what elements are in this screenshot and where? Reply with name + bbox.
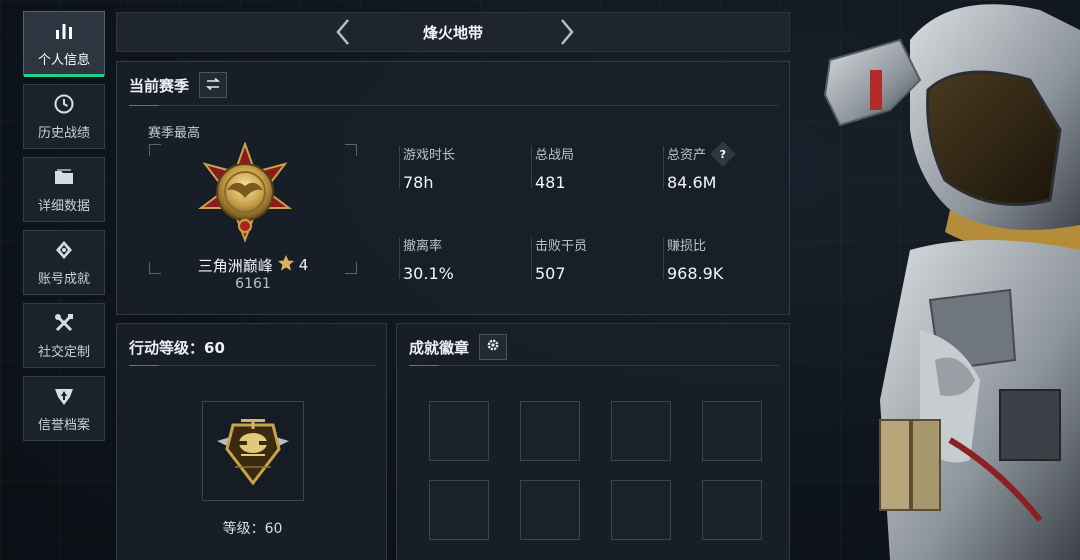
shield-arrow-icon <box>52 384 76 408</box>
badge-settings-button[interactable] <box>479 334 508 360</box>
section-divider <box>129 365 376 366</box>
badge-slot[interactable] <box>611 480 671 540</box>
swap-button[interactable] <box>199 72 228 98</box>
panel-title: 成就徽章 <box>409 338 470 357</box>
badge-slot[interactable] <box>429 480 489 540</box>
rank-score: 6161 <box>235 276 271 292</box>
level-badge-frame[interactable] <box>202 401 304 501</box>
sidebar-item-profile[interactable]: 个人信息 <box>23 11 105 77</box>
swap-icon <box>205 76 221 94</box>
chevron-right-icon[interactable] <box>553 17 581 47</box>
rank-medal-emblem <box>197 141 293 252</box>
stat-value: 481 <box>535 173 566 192</box>
frame-corner <box>345 262 357 274</box>
stat-label-text: 总资产 <box>667 148 707 163</box>
stat-value: 30.1% <box>403 264 454 283</box>
sidebar-item-label: 账号成就 <box>37 272 90 287</box>
sidebar: 个人信息 历史战绩 详细数据 账号成就 社交定制 信誉档案 <box>23 11 105 449</box>
badge-slot[interactable] <box>702 401 762 461</box>
tools-icon <box>52 311 76 335</box>
help-icon[interactable]: ? <box>710 140 736 167</box>
section-divider <box>409 365 779 366</box>
stat-label: 总战局 <box>535 148 575 163</box>
section-divider <box>129 105 779 106</box>
stat-value: 84.6M <box>667 173 717 192</box>
action-level-panel: 行动等级：60 等级：60 <box>116 323 387 560</box>
sidebar-item-history[interactable]: 历史战绩 <box>23 84 105 149</box>
rank-title-text: 三角洲巅峰 <box>197 256 273 275</box>
stat-extract-rate: 撤离率 30.1% <box>399 235 521 283</box>
frame-corner <box>345 144 357 156</box>
gear-icon <box>486 338 500 356</box>
sidebar-item-label: 详细数据 <box>37 199 90 214</box>
level-text: 等级：60 <box>222 521 283 537</box>
badge-slot[interactable] <box>429 401 489 461</box>
stat-value: 507 <box>535 264 566 283</box>
helicopter-badge-icon <box>211 411 295 491</box>
stat-value: 968.9K <box>667 264 724 283</box>
rank-star-count: 4 <box>298 256 309 274</box>
sidebar-item-details[interactable]: 详细数据 <box>23 157 105 222</box>
sidebar-item-label: 信誉档案 <box>37 418 90 433</box>
diamond-badge-icon <box>52 238 76 262</box>
badge-slot[interactable] <box>520 480 580 540</box>
stat-total-matches: 总战局 481 <box>531 144 653 192</box>
help-mark: ? <box>719 146 727 160</box>
stat-operators-defeated: 击败干员 507 <box>531 235 653 283</box>
stat-label: 击败干员 <box>535 239 588 254</box>
star-icon <box>277 254 295 276</box>
folder-icon <box>52 165 76 189</box>
season-best-label: 赛季最高 <box>148 126 201 141</box>
badge-slot[interactable] <box>702 480 762 540</box>
frame-corner <box>149 262 161 274</box>
bar-chart-icon <box>52 19 76 43</box>
badge-slot[interactable] <box>611 401 671 461</box>
sidebar-item-achievements[interactable]: 账号成就 <box>23 230 105 295</box>
stat-value: 78h <box>403 173 434 192</box>
clock-icon <box>52 92 76 116</box>
stat-label: 游戏时长 <box>403 148 456 163</box>
panel-title: 当前赛季 <box>129 76 190 95</box>
stat-play-time: 游戏时长 78h <box>399 144 521 192</box>
stat-profit-loss-ratio: 赚损比 968.9K <box>663 235 785 283</box>
stat-label: 赚损比 <box>667 239 707 254</box>
sidebar-item-label: 社交定制 <box>37 345 90 360</box>
sidebar-item-label: 个人信息 <box>37 53 90 68</box>
stat-total-assets: 总资产 ? 84.6M <box>663 140 785 192</box>
rank-name: 三角洲巅峰 4 <box>173 254 333 276</box>
operator-character-image <box>800 0 1080 560</box>
mode-title: 烽火地带 <box>422 24 483 42</box>
sidebar-item-reputation[interactable]: 信誉档案 <box>23 376 105 441</box>
sidebar-item-social[interactable]: 社交定制 <box>23 303 105 368</box>
stat-label: 撤离率 <box>403 239 443 254</box>
stat-label: 总资产 ? <box>667 140 785 167</box>
current-season-panel: 当前赛季 赛季最高 三角洲巅峰 4 6161 游戏时长 78h 总战局 481 … <box>116 61 790 315</box>
achievement-badges-panel: 成就徽章 <box>396 323 790 560</box>
frame-corner <box>149 144 161 156</box>
sidebar-item-label: 历史战绩 <box>37 126 90 141</box>
badge-slot[interactable] <box>520 401 580 461</box>
panel-title: 行动等级：60 <box>129 338 225 357</box>
mode-switcher: 烽火地带 <box>116 12 790 52</box>
